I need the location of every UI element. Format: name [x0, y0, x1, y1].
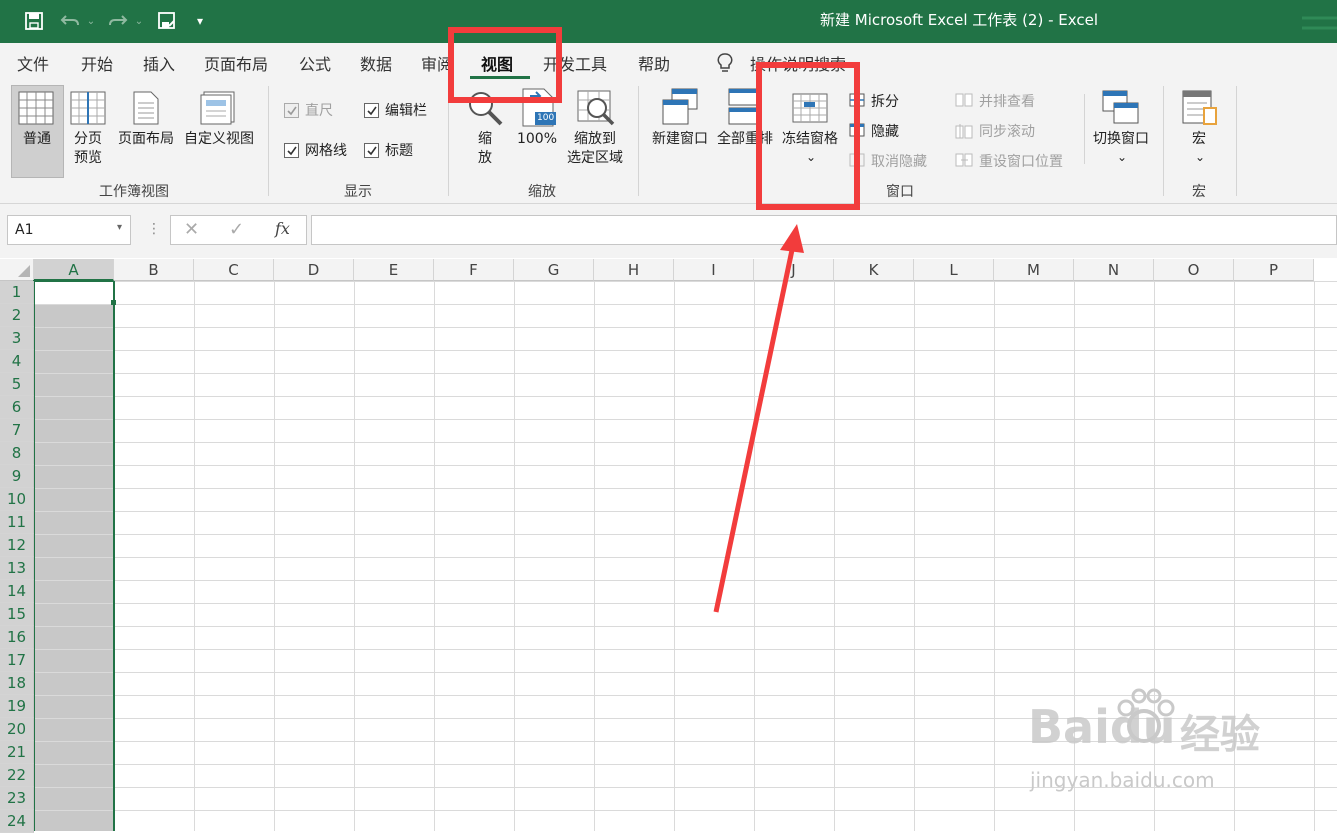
- watermark-url: jingyan.baidu.com: [1030, 768, 1215, 792]
- watermark-product: 经验: [1180, 712, 1260, 758]
- paw-icon: [1117, 688, 1175, 743]
